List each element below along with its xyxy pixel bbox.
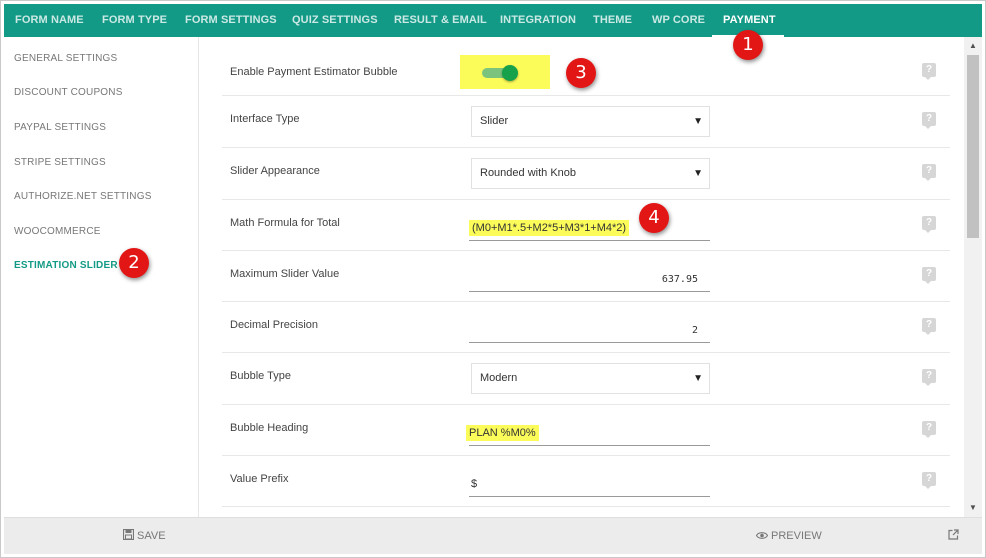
sidebar-item-general-settings[interactable]: GENERAL SETTINGS [14, 53, 117, 64]
open-external-button[interactable] [948, 518, 962, 555]
settings-sidebar: GENERAL SETTINGS DISCOUNT COUPONS PAYPAL… [4, 37, 199, 517]
bubble-type-select[interactable]: Modern ▼ [471, 363, 710, 394]
caret-down-icon: ▼ [693, 116, 703, 127]
marker-2: 2 [119, 248, 149, 278]
bubble-type-label: Bubble Type [230, 370, 291, 382]
help-icon[interactable]: ? [922, 267, 936, 284]
math-formula-value: (M0+M1*.5+M2*5+M3*1+M4*2) [469, 220, 630, 236]
caret-down-icon: ▼ [693, 373, 703, 384]
slider-appearance-label: Slider Appearance [230, 165, 320, 177]
save-label: SAVE [137, 530, 166, 542]
sidebar-item-woocommerce[interactable]: WOOCOMMERCE [14, 226, 101, 237]
slider-appearance-select[interactable]: Rounded with Knob ▼ [471, 158, 710, 189]
enable-bubble-label: Enable Payment Estimator Bubble [230, 66, 398, 78]
eye-icon [755, 532, 769, 539]
external-link-icon [948, 529, 959, 540]
estimation-slider-settings: Enable Payment Estimator Bubble ? Interf… [200, 37, 964, 517]
bubble-heading-input[interactable]: PLAN %M0% [466, 418, 710, 446]
row-divider [222, 250, 950, 251]
help-icon[interactable]: ? [922, 369, 936, 386]
bubble-type-value: Modern [480, 372, 518, 384]
preview-label: PREVIEW [771, 530, 822, 542]
tab-form-name[interactable]: FORM NAME [15, 4, 84, 37]
row-divider [222, 352, 950, 353]
row-divider [222, 404, 950, 405]
tab-form-type[interactable]: FORM TYPE [102, 4, 167, 37]
value-prefix-input[interactable]: $ [469, 469, 710, 497]
decimal-precision-label: Decimal Precision [230, 319, 319, 331]
sidebar-item-paypal-settings[interactable]: PAYPAL SETTINGS [14, 122, 106, 133]
tab-form-settings[interactable]: FORM SETTINGS [185, 4, 277, 37]
interface-type-value: Slider [480, 115, 509, 127]
tab-result-email[interactable]: RESULT & EMAIL [394, 4, 487, 37]
floppy-disk-icon [122, 528, 135, 541]
marker-4: 4 [639, 203, 669, 233]
math-formula-label: Math Formula for Total [230, 217, 340, 229]
row-divider [222, 95, 950, 96]
enable-bubble-toggle-knob[interactable] [502, 65, 518, 81]
interface-type-label: Interface Type [230, 113, 300, 125]
help-icon[interactable]: ? [922, 421, 936, 438]
row-divider [222, 199, 950, 200]
tab-quiz-settings[interactable]: QUIZ SETTINGS [292, 4, 378, 37]
preview-button[interactable]: PREVIEW [755, 518, 822, 555]
help-icon[interactable]: ? [922, 216, 936, 233]
max-slider-value-label: Maximum Slider Value [230, 268, 340, 280]
math-formula-input[interactable]: (M0+M1*.5+M2*5+M3*1+M4*2) [469, 213, 710, 241]
decimal-precision-input[interactable]: 2 [469, 315, 710, 343]
marker-3: 3 [566, 58, 596, 88]
help-icon[interactable]: ? [922, 164, 936, 181]
sidebar-item-authorize-net[interactable]: AUTHORIZE.NET SETTINGS [14, 191, 152, 202]
tab-integration[interactable]: INTEGRATION [500, 4, 576, 37]
sidebar-item-stripe-settings[interactable]: STRIPE SETTINGS [14, 157, 106, 168]
tab-wp-core[interactable]: WP CORE [652, 4, 705, 37]
scroll-up-arrow-icon[interactable]: ▲ [964, 38, 982, 54]
help-icon[interactable]: ? [922, 472, 936, 489]
row-divider [222, 147, 950, 148]
sidebar-item-estimation-slider[interactable]: ESTIMATION SLIDER [14, 260, 118, 271]
row-divider [222, 301, 950, 302]
marker-1: 1 [733, 30, 763, 60]
save-button[interactable]: SAVE [122, 518, 166, 555]
bottom-action-bar: SAVE PREVIEW [4, 517, 982, 554]
interface-type-select[interactable]: Slider ▼ [471, 106, 710, 137]
top-tab-bar: FORM NAME FORM TYPE FORM SETTINGS QUIZ S… [4, 4, 982, 37]
sidebar-item-discount-coupons[interactable]: DISCOUNT COUPONS [14, 87, 123, 98]
row-divider [222, 455, 950, 456]
caret-down-icon: ▼ [693, 168, 703, 179]
row-divider [222, 506, 950, 507]
tab-theme[interactable]: THEME [593, 4, 632, 37]
scrollbar-thumb[interactable] [967, 55, 979, 238]
help-icon[interactable]: ? [922, 318, 936, 335]
value-prefix-value: $ [471, 478, 478, 490]
help-icon[interactable]: ? [922, 112, 936, 129]
max-slider-value-input[interactable]: 637.95 [469, 264, 710, 292]
bubble-heading-label: Bubble Heading [230, 422, 309, 434]
decimal-precision-value: 2 [691, 325, 698, 336]
bubble-heading-value: PLAN %M0% [466, 425, 539, 441]
scroll-down-arrow-icon[interactable]: ▼ [964, 500, 982, 516]
value-prefix-label: Value Prefix [230, 473, 289, 485]
help-icon[interactable]: ? [922, 63, 936, 80]
slider-appearance-value: Rounded with Knob [480, 167, 577, 179]
max-slider-value: 637.95 [661, 274, 698, 285]
